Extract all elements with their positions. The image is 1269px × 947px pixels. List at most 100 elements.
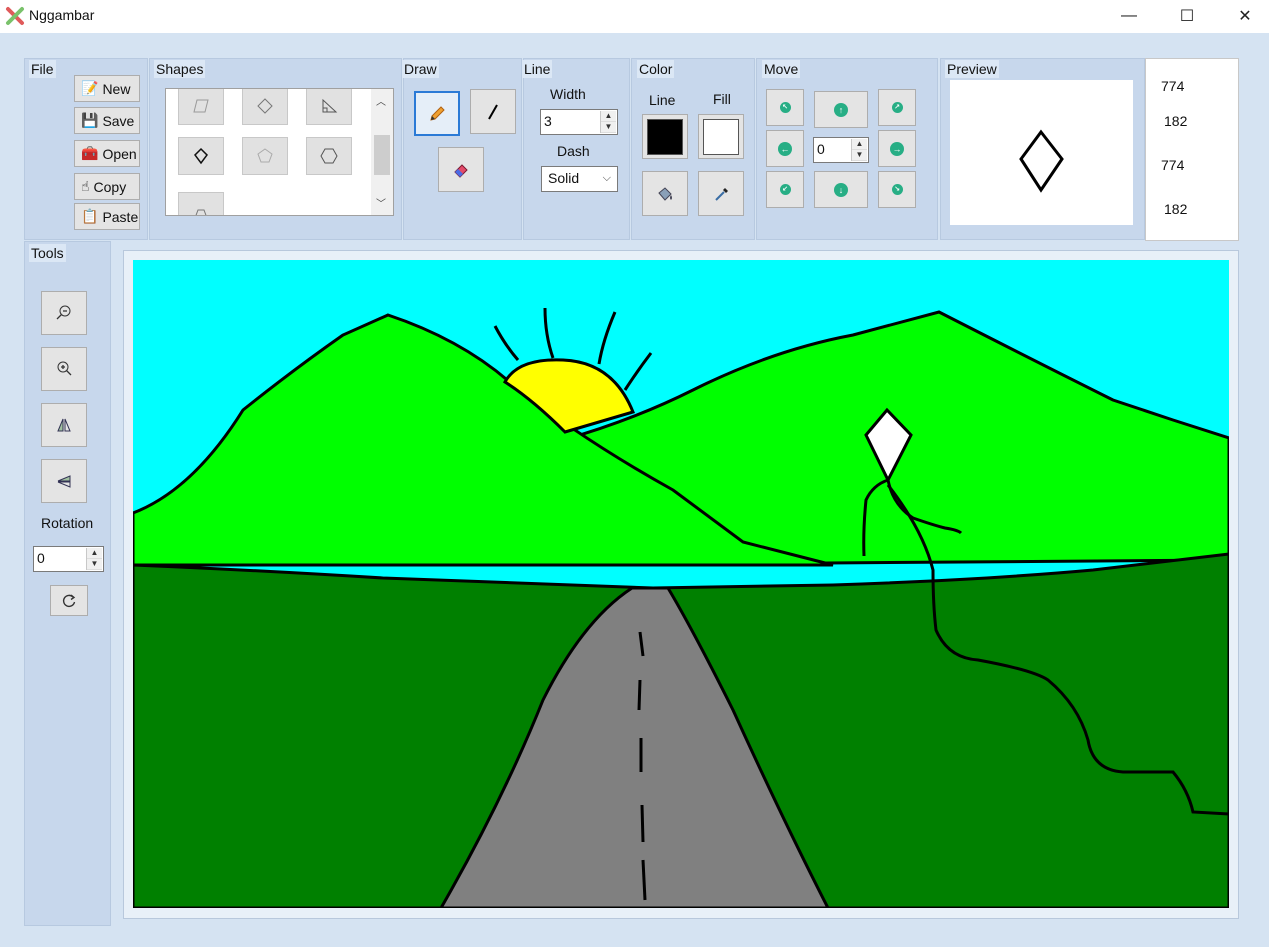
eraser-tool-button[interactable]: [438, 147, 484, 192]
arrow-down-left-icon: ↙: [779, 184, 791, 195]
minimize-button[interactable]: —: [1100, 0, 1158, 32]
kite-icon: [194, 147, 208, 165]
arrow-right-icon: →: [890, 141, 904, 156]
fill-color-label: Fill: [713, 91, 731, 107]
open-folder-icon: 🧰: [81, 145, 99, 161]
scroll-down-icon[interactable]: ﹀: [376, 195, 386, 210]
color-group-label: Color: [637, 60, 675, 78]
move-up-right-button[interactable]: ↗: [878, 89, 916, 126]
width-input[interactable]: 3 ▲ ▼: [540, 109, 618, 135]
parallelogram-icon: [193, 99, 209, 113]
shapes-group-label: Shapes: [154, 60, 206, 78]
paste-button[interactable]: 📋 Paste: [74, 203, 140, 230]
paste-clipboard-icon: 📋: [81, 208, 99, 224]
arrow-up-right-icon: ↗: [891, 102, 903, 113]
dash-select[interactable]: Solid ⌵: [541, 166, 618, 192]
line-tool-button[interactable]: [470, 89, 516, 134]
open-button[interactable]: 🧰 Open: [74, 140, 140, 167]
new-document-icon: 📝: [81, 80, 99, 96]
move-group-label: Move: [762, 60, 801, 78]
coord-y2: 182: [1164, 201, 1188, 217]
title-bar: Nggambar — ☐ ✕: [0, 0, 1269, 33]
right-triangle-shape-button[interactable]: [306, 89, 352, 125]
rotation-spinner[interactable]: ▲ ▼: [86, 548, 102, 570]
move-step-input[interactable]: 0 ▲ ▼: [813, 137, 869, 163]
scroll-up-icon[interactable]: ︿: [376, 93, 386, 108]
save-disk-icon: 💾: [81, 112, 99, 128]
spin-down-icon[interactable]: ▼: [601, 122, 616, 133]
spin-down-icon[interactable]: ▼: [852, 150, 867, 161]
shapes-list[interactable]: ︿ ﹀: [165, 88, 394, 216]
move-step-spinner[interactable]: ▲ ▼: [851, 139, 867, 161]
fill-bucket-button[interactable]: [642, 171, 688, 216]
color-picker-button[interactable]: [698, 171, 744, 216]
tools-group-label: Tools: [29, 244, 66, 262]
move-up-left-button[interactable]: ↖: [766, 89, 804, 126]
zoom-out-button[interactable]: [41, 291, 87, 335]
zoom-in-button[interactable]: [41, 347, 87, 391]
coordinates-panel: 774 182 774 182: [1145, 58, 1239, 241]
preview-canvas: [950, 80, 1133, 225]
trapezoid-icon: [195, 209, 207, 215]
eyedropper-icon: [715, 187, 728, 201]
spin-up-icon[interactable]: ▲: [87, 548, 102, 559]
move-down-right-button[interactable]: ↘: [878, 171, 916, 208]
shapes-scrollbar[interactable]: ︿ ﹀: [371, 89, 393, 215]
tools-group: [24, 241, 111, 926]
arrow-up-left-icon: ↖: [779, 102, 791, 113]
diamond-icon: [257, 98, 273, 114]
pencil-icon: [430, 105, 445, 121]
spin-down-icon[interactable]: ▼: [87, 559, 102, 570]
line-color-label: Line: [649, 92, 676, 108]
flip-horizontal-button[interactable]: [41, 459, 87, 503]
fill-color-button[interactable]: [698, 114, 744, 159]
move-up-button[interactable]: ↑: [814, 91, 868, 128]
parallelogram-shape-button[interactable]: [178, 89, 224, 125]
rotation-input[interactable]: 0 ▲ ▼: [33, 546, 104, 572]
flip-horizontal-icon: [57, 475, 71, 488]
spin-up-icon[interactable]: ▲: [852, 139, 867, 150]
zoom-in-icon: [57, 361, 72, 376]
rotate-button[interactable]: [50, 585, 88, 616]
fill-color-swatch: [703, 118, 739, 155]
draw-group-label: Draw: [402, 60, 439, 78]
coord-y1: 182: [1164, 113, 1188, 129]
move-left-button[interactable]: ←: [766, 130, 804, 167]
flip-vertical-button[interactable]: [41, 403, 87, 447]
drawing-canvas[interactable]: [133, 260, 1229, 908]
maximize-icon: ☐: [1179, 8, 1195, 25]
width-spinner[interactable]: ▲ ▼: [600, 111, 616, 133]
move-down-button[interactable]: ↓: [814, 171, 868, 208]
line-color-button[interactable]: [642, 114, 688, 159]
close-icon: ✕: [1238, 8, 1252, 25]
diamond-shape-button[interactable]: [242, 89, 288, 125]
scroll-thumb[interactable]: [374, 135, 390, 175]
close-button[interactable]: ✕: [1216, 0, 1269, 32]
dash-label: Dash: [557, 143, 590, 159]
pentagon-icon: [257, 148, 273, 163]
rotation-label: Rotation: [41, 515, 94, 531]
width-label: Width: [550, 86, 586, 102]
paint-bucket-icon: [658, 186, 672, 201]
kite-shape-button[interactable]: [178, 137, 224, 175]
pentagon-shape-button[interactable]: [242, 137, 288, 175]
pencil-tool-button[interactable]: [414, 91, 460, 136]
arrow-left-icon: ←: [778, 141, 792, 156]
maximize-button[interactable]: ☐: [1158, 0, 1216, 32]
arrow-down-right-icon: ↘: [891, 184, 903, 195]
trapezoid-shape-button[interactable]: [178, 192, 224, 215]
move-right-button[interactable]: →: [878, 130, 916, 167]
hexagon-shape-button[interactable]: [306, 137, 352, 175]
chevron-down-icon: ⌵: [602, 172, 611, 184]
copy-button[interactable]: ☝ Copy: [74, 173, 140, 200]
new-button[interactable]: 📝 New: [74, 75, 140, 102]
arrow-down-icon: ↓: [834, 182, 848, 197]
window-title: Nggambar: [29, 7, 95, 23]
hexagon-icon: [320, 148, 338, 164]
move-down-left-button[interactable]: ↙: [766, 171, 804, 208]
spin-up-icon[interactable]: ▲: [601, 111, 616, 122]
minimize-icon: —: [1121, 7, 1137, 24]
preview-group-label: Preview: [945, 60, 999, 78]
save-button[interactable]: 💾 Save: [74, 107, 140, 134]
line-icon: [488, 104, 498, 119]
